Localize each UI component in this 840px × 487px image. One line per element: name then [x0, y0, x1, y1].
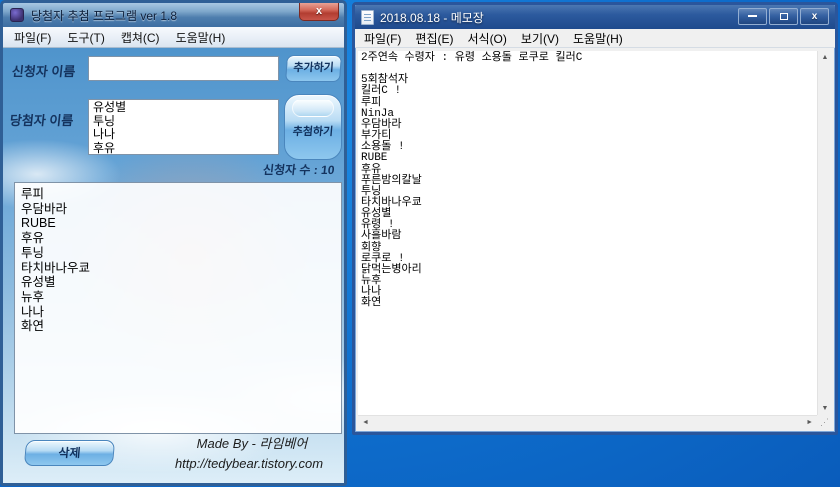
scroll-up-icon[interactable]: ▲ — [818, 51, 833, 64]
notepad-text-line: 타치바나우쿄 — [361, 198, 817, 209]
notepad-icon — [361, 10, 374, 25]
notepad-text-line: 닭먹는병아리 — [361, 265, 817, 276]
delete-button[interactable]: 삭제 — [24, 440, 115, 466]
notepad-text-line: 뉴후 — [361, 276, 817, 287]
applicant-listbox[interactable]: 루피우담바라RUBE후유투닝타치바나우쿄유성별뉴후나나화연 — [14, 182, 342, 434]
notepad-menu-item[interactable]: 서식(O) — [460, 29, 513, 48]
notepad-text-line: 유령 ! — [361, 220, 817, 231]
applicant-name-input[interactable] — [88, 56, 279, 81]
winner-name-label: 당첨자 이름 — [9, 110, 74, 129]
notepad-text-line: 부가티 — [361, 131, 817, 142]
applicant-list-item[interactable]: 우담바라 — [21, 202, 335, 217]
raffle-window-title: 당첨자 추첨 프로그램 ver 1.8 — [31, 7, 177, 24]
notepad-text-line: 루피 — [361, 98, 817, 109]
winner-list-item[interactable]: 후유 — [93, 142, 274, 156]
raffle-app-icon — [10, 8, 24, 22]
raffle-menu-item[interactable]: 도구(T) — [60, 27, 111, 48]
notepad-text-line: 우담바라 — [361, 120, 817, 131]
raffle-program-window: 당첨자 추첨 프로그램 ver 1.8 x 파일(F)도구(T)캡쳐(C)도움말… — [0, 0, 347, 486]
notepad-text-line: 킬러C ! — [361, 86, 817, 97]
raffle-menu-item[interactable]: 파일(F) — [7, 27, 58, 48]
notepad-text-line: 회향 — [361, 243, 817, 254]
notepad-text-line: 유성별 — [361, 209, 817, 220]
applicant-list-item[interactable]: 타치바나우쿄 — [21, 261, 335, 276]
notepad-menu-item[interactable]: 도움말(H) — [566, 29, 630, 48]
minimize-icon[interactable] — [738, 8, 767, 25]
draw-button[interactable]: 추첨하기 — [284, 94, 342, 160]
applicant-list-item[interactable]: 뉴후 — [21, 290, 335, 305]
winner-list-item[interactable]: 유성별 — [93, 101, 274, 115]
notepad-text-line: 소용돌 ! — [361, 142, 817, 153]
resize-grip[interactable]: ⋰ — [817, 415, 832, 429]
applicant-list-item[interactable]: 루피 — [21, 187, 335, 202]
draw-button-label: 추첨하기 — [284, 123, 341, 139]
notepad-menubar: 파일(F)편집(E)서식(O)보기(V)도움말(H) — [355, 29, 835, 48]
maximize-icon[interactable] — [769, 8, 798, 25]
credit-url: http://tedybear.tistory.com — [151, 456, 347, 471]
notepad-caption-buttons: x — [738, 8, 829, 25]
scroll-right-icon[interactable]: ► — [802, 416, 817, 429]
notepad-text-line: 나나 — [361, 287, 817, 298]
notepad-text-line: RUBE — [361, 153, 817, 164]
raffle-menu-item[interactable]: 캡쳐(C) — [114, 27, 167, 48]
scroll-left-icon[interactable]: ◄ — [358, 416, 373, 429]
notepad-menu-item[interactable]: 편집(E) — [408, 29, 460, 48]
notepad-text-line: NinJa — [361, 109, 817, 120]
credit-author: Made By - 라임베어 — [161, 433, 343, 452]
applicant-count-label: 신청자 수 : 10 — [263, 161, 336, 178]
raffle-menubar: 파일(F)도구(T)캡쳐(C)도움말(H) — [3, 27, 344, 48]
notepad-text-line: 로쿠로 ! — [361, 254, 817, 265]
notepad-text-line: 후유 — [361, 165, 817, 176]
winner-list-item[interactable]: 나나 — [93, 128, 274, 142]
applicant-list-item[interactable]: 후유 — [21, 231, 335, 246]
applicant-list-item[interactable]: 유성별 — [21, 275, 335, 290]
winner-listbox[interactable]: 유성별투닝나나후유 — [88, 99, 279, 155]
notepad-window-title: 2018.08.18 - 메모장 — [380, 9, 484, 26]
applicant-name-label: 신청자 이름 — [11, 61, 76, 80]
winner-list-item[interactable]: 투닝 — [93, 115, 274, 129]
notepad-text-line: 푸른밤의칼날 — [361, 176, 817, 187]
close-icon[interactable]: x — [299, 3, 339, 21]
raffle-menu-item[interactable]: 도움말(H) — [169, 27, 233, 48]
notepad-text-line: 투닝 — [361, 187, 817, 198]
notepad-text-line: 2주연속 수령자 : 유령 소용돌 로쿠로 킬러C — [361, 53, 817, 64]
draw-button-gloss — [292, 99, 334, 117]
notepad-text-line: 사흘바람 — [361, 231, 817, 242]
vertical-scrollbar[interactable]: ▲ ▼ — [817, 51, 832, 415]
raffle-titlebar[interactable]: 당첨자 추첨 프로그램 ver 1.8 x — [3, 3, 344, 27]
close-icon[interactable]: x — [800, 8, 829, 25]
add-button[interactable]: 추가하기 — [285, 55, 342, 82]
notepad-menu-item[interactable]: 보기(V) — [514, 29, 566, 48]
notepad-text-line: 화연 — [361, 298, 817, 309]
notepad-text-area[interactable]: 2주연속 수령자 : 유령 소용돌 로쿠로 킬러C 5회참석자킬러C !루피Nin… — [358, 51, 817, 415]
notepad-body: 2주연속 수령자 : 유령 소용돌 로쿠로 킬러C 5회참석자킬러C !루피Nin… — [358, 51, 832, 429]
notepad-text-line: 5회참석자 — [361, 75, 817, 86]
applicant-list-item[interactable]: 화연 — [21, 319, 335, 334]
notepad-text-line — [361, 64, 817, 75]
notepad-titlebar[interactable]: 2018.08.18 - 메모장 x — [355, 5, 835, 29]
applicant-list-item[interactable]: RUBE — [21, 216, 335, 231]
notepad-menu-item[interactable]: 파일(F) — [357, 29, 408, 48]
applicant-list-item[interactable]: 나나 — [21, 305, 335, 320]
raffle-client-area: 신청자 이름 추가하기 당첨자 이름 유성별투닝나나후유 추첨하기 신청자 수 … — [3, 48, 344, 483]
scroll-down-icon[interactable]: ▼ — [818, 402, 833, 415]
notepad-window: 2018.08.18 - 메모장 x 파일(F)편집(E)서식(O)보기(V)도… — [352, 2, 838, 435]
horizontal-scrollbar[interactable]: ◄ ► — [358, 415, 817, 429]
applicant-list-item[interactable]: 투닝 — [21, 246, 335, 261]
